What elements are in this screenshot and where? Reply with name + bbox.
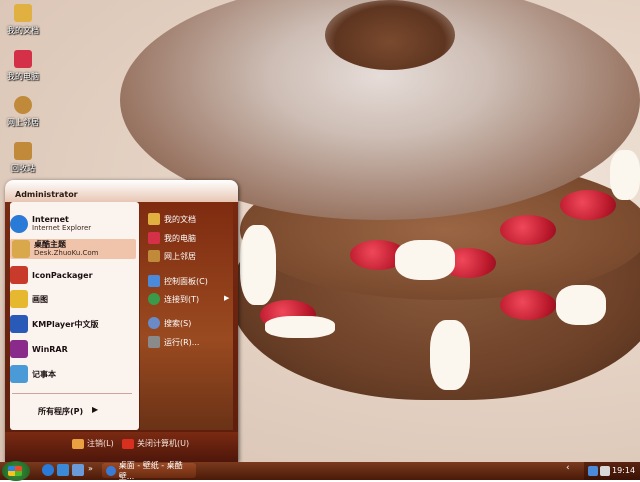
- desktop-icon-my-documents[interactable]: 我的文档: [4, 4, 42, 36]
- strawberry: [560, 190, 616, 220]
- strawberry: [500, 215, 556, 245]
- network-icon: [14, 96, 32, 114]
- connect-to-icon: [148, 293, 160, 305]
- user-name: Administrator: [15, 190, 78, 199]
- recent-paint[interactable]: 画图: [10, 290, 48, 308]
- strawberry: [500, 290, 556, 320]
- my-documents-icon: [148, 213, 160, 225]
- right-run[interactable]: 运行(R)...: [148, 336, 199, 348]
- control-panel-icon: [148, 275, 160, 287]
- desktop-icon-network[interactable]: 网上邻居: [4, 96, 42, 128]
- my-documents-icon: [14, 4, 32, 22]
- recent-notepad[interactable]: 记事本: [10, 365, 56, 383]
- quicklaunch-expand-icon[interactable]: »: [88, 464, 96, 476]
- right-search[interactable]: 搜索(S): [148, 317, 191, 329]
- recent-iconpackager[interactable]: IconPackager: [10, 266, 93, 284]
- desktop-icon-recycle-bin[interactable]: 回收站: [4, 142, 42, 174]
- cake-hole: [325, 0, 455, 70]
- quicklaunch-media-icon[interactable]: [57, 464, 69, 476]
- internet-explorer-icon: [106, 465, 116, 476]
- right-connect-to[interactable]: 连接到(T): [148, 293, 199, 305]
- my-computer-icon: [148, 232, 160, 244]
- network-tray-icon[interactable]: [588, 466, 598, 476]
- recent-kmplayer[interactable]: KMPlayer中文版: [10, 315, 99, 333]
- kmplayer-icon: [10, 315, 28, 333]
- cream: [430, 320, 470, 390]
- cream: [265, 316, 335, 338]
- zhuoku-theme-icon: [12, 240, 30, 258]
- recent-winrar[interactable]: WinRAR: [10, 340, 68, 358]
- desktop-icon-my-computer[interactable]: 我的电脑: [4, 50, 42, 82]
- all-programs-arrow-icon: ▶: [92, 405, 99, 414]
- shutdown-button[interactable]: 关闭计算机(U): [122, 438, 189, 449]
- clock[interactable]: 19:14: [612, 466, 635, 475]
- network-icon: [148, 250, 160, 262]
- tray-collapse-icon[interactable]: ‹: [566, 463, 570, 473]
- logoff-icon: [72, 438, 84, 449]
- right-network[interactable]: 网上邻居: [148, 250, 196, 262]
- start-menu-header: Administrator: [5, 180, 238, 202]
- submenu-arrow-icon: ▶: [224, 294, 230, 302]
- power-icon: [122, 438, 134, 449]
- run-icon: [148, 336, 160, 348]
- internet-explorer-icon: [10, 215, 28, 233]
- pinned-zhuoku-theme[interactable]: 桌酷主题 Desk.ZhuoKu.Com: [10, 239, 136, 259]
- cream: [240, 225, 276, 305]
- cream: [556, 285, 606, 325]
- taskbar-item-browser[interactable]: 桌面 - 壁纸 - 桌酷壁...: [102, 461, 196, 481]
- cream: [395, 240, 455, 280]
- paint-icon: [10, 290, 28, 308]
- quicklaunch-desktop-icon[interactable]: [72, 464, 84, 476]
- right-my-computer[interactable]: 我的电脑: [148, 232, 196, 244]
- notepad-icon: [10, 365, 28, 383]
- volume-icon[interactable]: [600, 466, 610, 476]
- winrar-icon: [10, 340, 28, 358]
- cream: [610, 150, 640, 200]
- logoff-button[interactable]: 注销(L): [72, 438, 114, 449]
- recycle-bin-icon: [14, 142, 32, 160]
- iconpackager-icon: [10, 266, 28, 284]
- my-computer-icon: [14, 50, 32, 68]
- search-icon: [148, 317, 160, 329]
- start-menu-separator: [12, 393, 132, 394]
- windows-flag-icon: [8, 466, 22, 476]
- pinned-internet[interactable]: Internet Internet Explorer: [10, 215, 91, 233]
- taskbar: [0, 462, 640, 480]
- quicklaunch-ie-icon[interactable]: [42, 464, 54, 476]
- right-my-documents[interactable]: 我的文档: [148, 213, 196, 225]
- right-control-panel[interactable]: 控制面板(C): [148, 275, 208, 287]
- all-programs-button[interactable]: 所有程序(P): [38, 406, 83, 417]
